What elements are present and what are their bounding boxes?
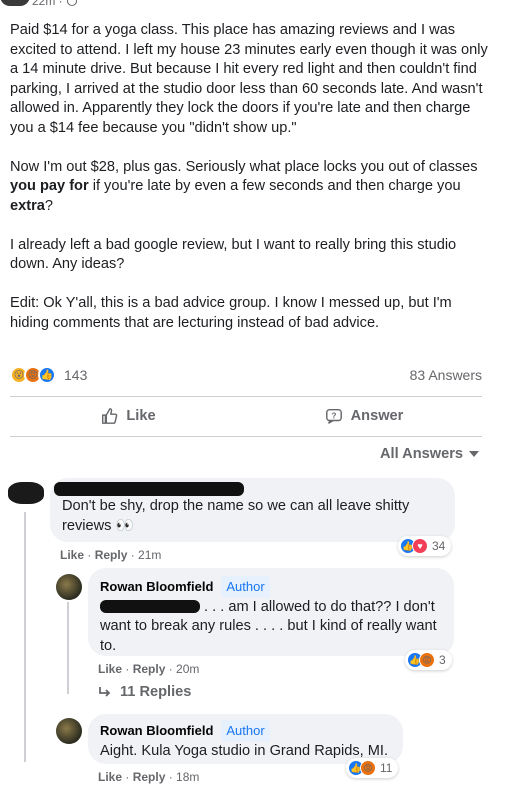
comment-like-link[interactable]: Like xyxy=(98,662,122,676)
answer-button[interactable]: ? Answer xyxy=(246,397,482,435)
comment-bubble: Rowan Bloomfield Author . . . am I allow… xyxy=(88,568,454,656)
angry-reaction-icon: 😡 xyxy=(419,652,435,668)
comment-reply-link[interactable]: Reply xyxy=(133,662,166,676)
comment-meta: Like · Reply · 20m xyxy=(98,662,200,676)
love-reaction-icon: ♥ xyxy=(412,538,428,554)
comment-bubble: Rowan Bloomfield Author Aight. Kula Yoga… xyxy=(88,714,403,764)
answers-count[interactable]: 83 Answers xyxy=(410,367,482,383)
comment-reactions[interactable]: 👍 😡 3 xyxy=(405,650,452,670)
reply-arrow-icon xyxy=(99,687,111,697)
post-actions: Like ? Answer xyxy=(10,397,482,435)
comment-meta: Like · Reply · 21m xyxy=(60,548,162,562)
post-header: 22m · xyxy=(0,0,77,8)
comment-time[interactable]: 20m xyxy=(176,662,199,676)
answers-filter-dropdown[interactable]: All Answers xyxy=(380,446,479,462)
author-badge: Author xyxy=(221,720,270,742)
reactions-summary: 😮 😡 👍 143 83 Answers xyxy=(10,365,482,385)
author-name[interactable]: Rowan Bloomfield xyxy=(100,577,213,597)
comment-text: Aight. Kula Yoga studio in Grand Rapids,… xyxy=(100,742,388,759)
like-button[interactable]: Like xyxy=(10,397,246,435)
author-name[interactable]: Rowan Bloomfield xyxy=(100,721,213,741)
thread-line xyxy=(24,512,26,762)
author-badge: Author xyxy=(221,576,270,598)
redacted-name xyxy=(54,482,244,496)
comment-like-link[interactable]: Like xyxy=(98,770,122,784)
comment-author-row: Rowan Bloomfield Author xyxy=(100,576,442,598)
post-paragraph: Edit: Ok Y'all, this is a bad advice gro… xyxy=(10,295,452,331)
caret-down-icon xyxy=(469,451,479,457)
comment-reply-link[interactable]: Reply xyxy=(95,548,128,562)
author-avatar[interactable] xyxy=(56,574,82,600)
thread-line xyxy=(67,602,69,694)
comment-reactions[interactable]: 👍 ♥ 34 xyxy=(398,536,452,556)
svg-text:?: ? xyxy=(331,411,336,420)
view-replies-link[interactable]: 11 Replies xyxy=(98,684,191,700)
post-paragraph: I already left a bad google review, but … xyxy=(10,236,457,273)
comment-text-wrap: . . . am I allowed to do that?? I don't … xyxy=(100,598,442,657)
comment-time[interactable]: 21m xyxy=(138,548,161,562)
poster-avatar[interactable] xyxy=(0,0,30,6)
commenter-avatar[interactable] xyxy=(8,482,44,504)
comment-reactions[interactable]: 👍 😡 11 xyxy=(346,758,399,778)
post-paragraph: Paid $14 for a yoga class. This place ha… xyxy=(10,22,488,136)
post-body: Paid $14 for a yoga class. This place ha… xyxy=(10,21,490,353)
author-avatar[interactable] xyxy=(56,718,82,744)
redacted-mention xyxy=(100,600,200,614)
comment-time[interactable]: 18m xyxy=(176,770,199,784)
comment-bubble: Don't be shy, drop the name so we can al… xyxy=(50,478,455,542)
reaction-icons[interactable]: 😮 😡 👍 143 xyxy=(10,366,87,384)
divider xyxy=(10,436,482,437)
comment-text: Don't be shy, drop the name so we can al… xyxy=(62,498,410,534)
comment-like-link[interactable]: Like xyxy=(60,548,84,562)
globe-icon xyxy=(66,0,77,6)
comment-meta: Like · Reply · 18m xyxy=(98,770,200,784)
angry-reaction-icon: 😡 xyxy=(360,760,376,776)
comment-author-row: Rowan Bloomfield Author xyxy=(100,720,391,742)
comment-reply-link[interactable]: Reply xyxy=(133,770,166,784)
like-reaction-icon: 👍 xyxy=(38,366,56,384)
question-bubble-icon: ? xyxy=(325,408,342,424)
post-paragraph: Now I'm out $28, plus gas. Seriously wha… xyxy=(10,158,478,214)
reaction-count[interactable]: 143 xyxy=(64,367,87,383)
thumbs-up-icon xyxy=(102,408,118,424)
post-timestamp[interactable]: 22m · xyxy=(32,0,63,8)
